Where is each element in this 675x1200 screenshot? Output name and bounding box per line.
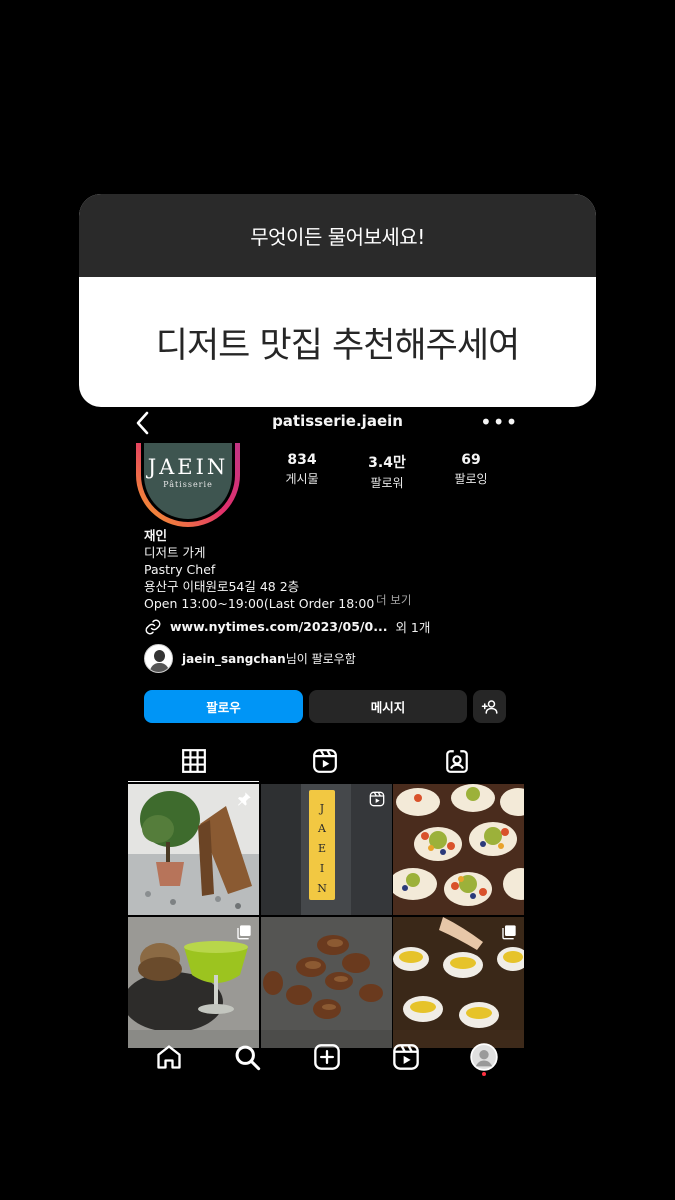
svg-text:A: A bbox=[317, 822, 327, 835]
question-sticker-header: 무엇이든 물어보세요! bbox=[79, 194, 596, 277]
reels-badge-icon bbox=[369, 791, 385, 807]
search-icon[interactable] bbox=[233, 1043, 261, 1071]
notification-dot bbox=[482, 1072, 486, 1076]
carousel-icon bbox=[502, 925, 516, 940]
post-thumbnail[interactable] bbox=[261, 917, 392, 1048]
tagged-icon[interactable] bbox=[444, 748, 470, 774]
create-icon[interactable] bbox=[313, 1043, 341, 1071]
svg-text:I: I bbox=[320, 862, 324, 875]
carousel-icon bbox=[237, 925, 251, 940]
bio-more-link[interactable]: 더 보기 bbox=[376, 592, 411, 608]
post-thumbnail[interactable] bbox=[393, 917, 524, 1048]
more-options-icon[interactable]: ••• bbox=[480, 412, 518, 432]
followers-label: 팔로워 bbox=[370, 476, 404, 490]
pin-icon bbox=[238, 792, 251, 806]
posts-label: 게시물 bbox=[285, 472, 319, 486]
reels-icon[interactable] bbox=[392, 1043, 420, 1071]
followers-stat[interactable]: 3.4만 팔로워 bbox=[342, 452, 432, 491]
suggest-people-button[interactable] bbox=[473, 690, 506, 723]
profile-bio: 재인 디저트 가게 Pastry Chef 용산구 이태원로54길 48 2층 … bbox=[144, 527, 374, 612]
avatar-logo-text: JAEIN bbox=[147, 455, 229, 479]
link-icon bbox=[145, 619, 161, 634]
follow-button[interactable]: 팔로우 bbox=[144, 690, 303, 723]
followed-by-suffix: 님이 팔로우함 bbox=[285, 652, 356, 666]
svg-text:N: N bbox=[317, 882, 327, 895]
question-sticker-answer: 디저트 맛집 추천해주세여 bbox=[155, 325, 520, 366]
post-thumbnail[interactable]: J A E I N bbox=[261, 784, 392, 915]
profile-link-extra[interactable]: 외 1개 bbox=[395, 617, 430, 636]
question-sticker: 무엇이든 물어보세요! 디저트 맛집 추천해주세여 bbox=[79, 194, 596, 407]
active-tab-indicator bbox=[128, 781, 259, 782]
add-person-icon bbox=[481, 699, 497, 714]
followed-by-text: jaein_sangchan님이 팔로우함 bbox=[182, 650, 356, 667]
bio-line: 용산구 이태원로54길 48 2층 bbox=[144, 579, 300, 594]
avatar-logo-subtext: Pâtisserie bbox=[163, 480, 213, 489]
profile-display-name: 재인 bbox=[144, 528, 168, 543]
post-thumbnail[interactable] bbox=[393, 784, 524, 915]
followed-by-row[interactable]: jaein_sangchan님이 팔로우함 bbox=[144, 644, 356, 673]
svg-text:E: E bbox=[318, 842, 326, 855]
profile-username: patisserie.jaein bbox=[272, 412, 403, 430]
profile-link-row[interactable]: www.nytimes.com/2023/05/0... 외 1개 bbox=[144, 617, 430, 636]
posts-count: 834 bbox=[287, 452, 317, 468]
followers-count: 3.4만 bbox=[368, 455, 406, 471]
grid-icon[interactable] bbox=[181, 748, 207, 774]
following-stat[interactable]: 69 팔로잉 bbox=[426, 452, 516, 487]
bio-line: Pastry Chef bbox=[144, 562, 216, 577]
reels-tab-icon[interactable] bbox=[312, 748, 338, 774]
profile-icon[interactable] bbox=[470, 1043, 498, 1071]
bio-line: Open 13:00~19:00(Last Order 18:00 bbox=[144, 596, 375, 611]
profile-link-url[interactable]: www.nytimes.com/2023/05/0... bbox=[170, 619, 387, 634]
profile-category: 디저트 가게 bbox=[144, 545, 206, 560]
home-icon[interactable] bbox=[155, 1043, 183, 1071]
following-count: 69 bbox=[461, 452, 481, 468]
posts-stat: 834 게시물 bbox=[257, 452, 347, 487]
followed-by-name: jaein_sangchan bbox=[182, 652, 286, 666]
post-thumbnail[interactable] bbox=[128, 784, 259, 915]
svg-text:J: J bbox=[319, 802, 324, 815]
message-button[interactable]: 메시지 bbox=[309, 690, 467, 723]
following-label: 팔로잉 bbox=[454, 472, 488, 486]
follower-avatar bbox=[144, 644, 173, 673]
post-thumbnail[interactable] bbox=[128, 917, 259, 1048]
